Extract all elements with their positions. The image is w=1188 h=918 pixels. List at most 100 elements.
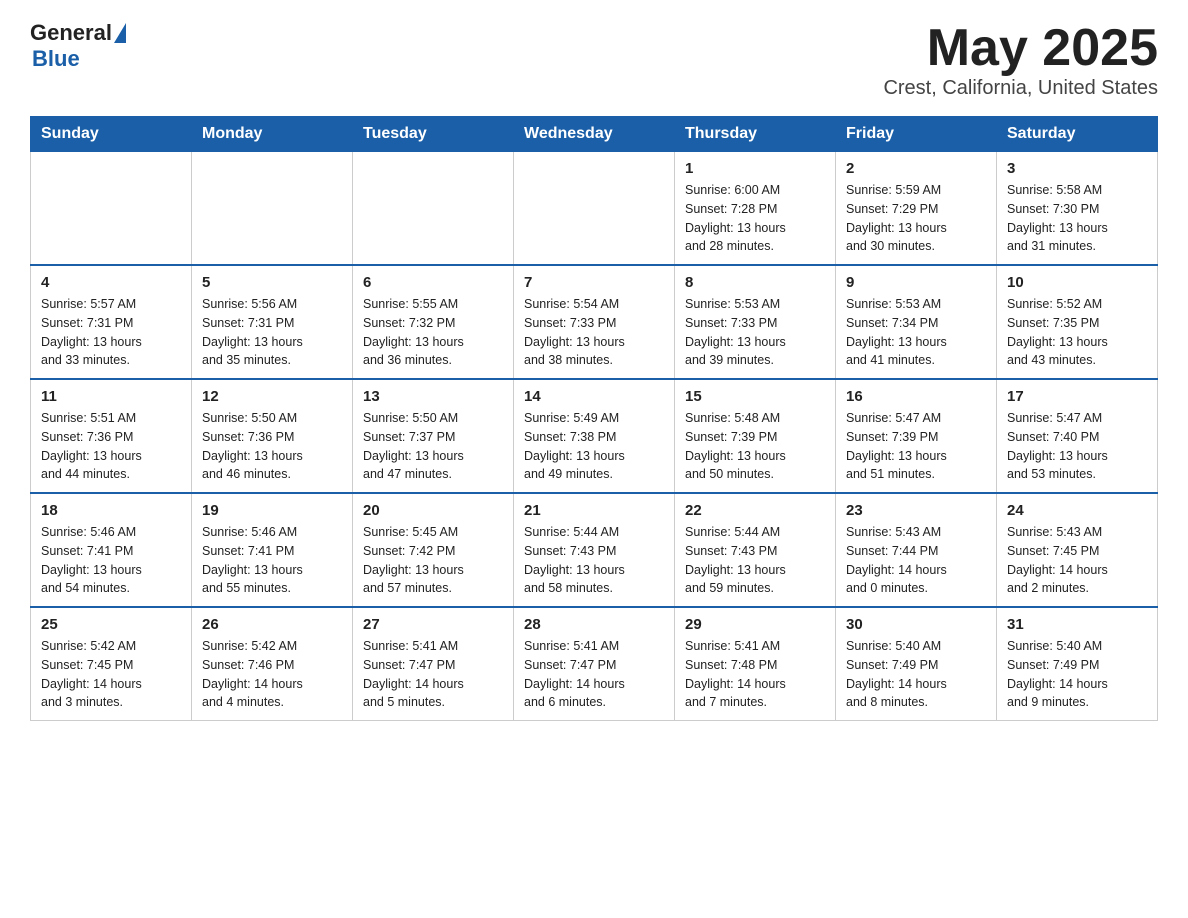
day-number: 11 xyxy=(41,388,181,405)
day-number: 22 xyxy=(685,502,825,519)
calendar-cell-2-6: 9 Sunrise: 5:53 AM Sunset: 7:34 PM Daylig… xyxy=(836,265,997,379)
day-number: 30 xyxy=(846,616,986,633)
calendar-cell-5-4: 28Sunrise: 5:41 AM Sunset: 7:47 PM Dayli… xyxy=(514,607,675,721)
calendar-cell-5-1: 25Sunrise: 5:42 AM Sunset: 7:45 PM Dayli… xyxy=(31,607,192,721)
day-info: Sunrise: 5:40 AM Sunset: 7:49 PM Dayligh… xyxy=(846,637,986,712)
calendar-week-row-3: 11Sunrise: 5:51 AM Sunset: 7:36 PM Dayli… xyxy=(31,379,1158,493)
calendar-cell-4-3: 20 Sunrise: 5:45 AM Sunset: 7:42 PM Dayli… xyxy=(353,493,514,607)
day-info: Sunrise: 5:58 AM Sunset: 7:30 PM Dayligh… xyxy=(1007,181,1147,256)
day-info: Sunrise: 5:47 AM Sunset: 7:40 PM Dayligh… xyxy=(1007,409,1147,484)
day-number: 20 xyxy=(363,502,503,519)
calendar-cell-3-6: 16 Sunrise: 5:47 AM Sunset: 7:39 PM Dayli… xyxy=(836,379,997,493)
title-block: May 2025 Crest, California, United State… xyxy=(883,20,1158,100)
day-number: 10 xyxy=(1007,274,1147,291)
calendar-week-row-5: 25Sunrise: 5:42 AM Sunset: 7:45 PM Dayli… xyxy=(31,607,1158,721)
calendar-cell-1-6: 2 Sunrise: 5:59 AM Sunset: 7:29 PM Daylig… xyxy=(836,152,997,266)
calendar-cell-1-3 xyxy=(353,152,514,266)
day-number: 26 xyxy=(202,616,342,633)
day-number: 5 xyxy=(202,274,342,291)
day-info: Sunrise: 5:57 AM Sunset: 7:31 PM Dayligh… xyxy=(41,295,181,370)
day-number: 31 xyxy=(1007,616,1147,633)
day-number: 18 xyxy=(41,502,181,519)
calendar-cell-3-5: 15 Sunrise: 5:48 AM Sunset: 7:39 PM Dayli… xyxy=(675,379,836,493)
day-number: 8 xyxy=(685,274,825,291)
calendar-cell-4-5: 22 Sunrise: 5:44 AM Sunset: 7:43 PM Dayli… xyxy=(675,493,836,607)
header-sunday: Sunday xyxy=(31,117,192,152)
logo-triangle-icon xyxy=(114,23,126,43)
day-info: Sunrise: 5:42 AM Sunset: 7:45 PM Dayligh… xyxy=(41,637,181,712)
day-info: Sunrise: 5:44 AM Sunset: 7:43 PM Dayligh… xyxy=(524,523,664,598)
logo-blue-text: Blue xyxy=(32,46,80,72)
day-number: 13 xyxy=(363,388,503,405)
day-info: Sunrise: 5:43 AM Sunset: 7:45 PM Dayligh… xyxy=(1007,523,1147,598)
calendar-cell-2-1: 4Sunrise: 5:57 AM Sunset: 7:31 PM Daylig… xyxy=(31,265,192,379)
calendar-week-row-1: 1 Sunrise: 6:00 AM Sunset: 7:28 PM Daylig… xyxy=(31,152,1158,266)
header-tuesday: Tuesday xyxy=(353,117,514,152)
calendar-cell-4-7: 24 Sunrise: 5:43 AM Sunset: 7:45 PM Dayli… xyxy=(997,493,1158,607)
day-info: Sunrise: 5:41 AM Sunset: 7:47 PM Dayligh… xyxy=(363,637,503,712)
calendar-cell-1-7: 3Sunrise: 5:58 AM Sunset: 7:30 PM Daylig… xyxy=(997,152,1158,266)
calendar-cell-3-4: 14Sunrise: 5:49 AM Sunset: 7:38 PM Dayli… xyxy=(514,379,675,493)
day-info: Sunrise: 5:46 AM Sunset: 7:41 PM Dayligh… xyxy=(202,523,342,598)
day-info: Sunrise: 5:47 AM Sunset: 7:39 PM Dayligh… xyxy=(846,409,986,484)
calendar-cell-5-3: 27 Sunrise: 5:41 AM Sunset: 7:47 PM Dayli… xyxy=(353,607,514,721)
day-info: Sunrise: 5:41 AM Sunset: 7:48 PM Dayligh… xyxy=(685,637,825,712)
day-number: 1 xyxy=(685,160,825,177)
day-number: 28 xyxy=(524,616,664,633)
calendar-cell-3-1: 11Sunrise: 5:51 AM Sunset: 7:36 PM Dayli… xyxy=(31,379,192,493)
day-info: Sunrise: 5:48 AM Sunset: 7:39 PM Dayligh… xyxy=(685,409,825,484)
day-number: 24 xyxy=(1007,502,1147,519)
logo: General Blue xyxy=(30,20,128,72)
logo-general-text: General xyxy=(30,20,112,46)
day-number: 14 xyxy=(524,388,664,405)
calendar-cell-3-7: 17Sunrise: 5:47 AM Sunset: 7:40 PM Dayli… xyxy=(997,379,1158,493)
day-info: Sunrise: 5:43 AM Sunset: 7:44 PM Dayligh… xyxy=(846,523,986,598)
calendar-cell-4-1: 18Sunrise: 5:46 AM Sunset: 7:41 PM Dayli… xyxy=(31,493,192,607)
calendar-cell-2-2: 5Sunrise: 5:56 AM Sunset: 7:31 PM Daylig… xyxy=(192,265,353,379)
calendar-cell-1-5: 1 Sunrise: 6:00 AM Sunset: 7:28 PM Daylig… xyxy=(675,152,836,266)
header-friday: Friday xyxy=(836,117,997,152)
day-number: 2 xyxy=(846,160,986,177)
day-number: 19 xyxy=(202,502,342,519)
calendar-cell-3-2: 12Sunrise: 5:50 AM Sunset: 7:36 PM Dayli… xyxy=(192,379,353,493)
calendar-cell-5-2: 26 Sunrise: 5:42 AM Sunset: 7:46 PM Dayli… xyxy=(192,607,353,721)
calendar-table: Sunday Monday Tuesday Wednesday Thursday… xyxy=(30,116,1158,721)
calendar-cell-2-5: 8Sunrise: 5:53 AM Sunset: 7:33 PM Daylig… xyxy=(675,265,836,379)
calendar-subtitle: Crest, California, United States xyxy=(883,77,1158,100)
day-info: Sunrise: 5:42 AM Sunset: 7:46 PM Dayligh… xyxy=(202,637,342,712)
day-info: Sunrise: 6:00 AM Sunset: 7:28 PM Dayligh… xyxy=(685,181,825,256)
calendar-cell-4-4: 21 Sunrise: 5:44 AM Sunset: 7:43 PM Dayli… xyxy=(514,493,675,607)
weekday-header-row: Sunday Monday Tuesday Wednesday Thursday… xyxy=(31,117,1158,152)
day-info: Sunrise: 5:45 AM Sunset: 7:42 PM Dayligh… xyxy=(363,523,503,598)
page-header: General Blue May 2025 Crest, California,… xyxy=(30,20,1158,100)
day-number: 27 xyxy=(363,616,503,633)
day-number: 6 xyxy=(363,274,503,291)
calendar-cell-2-7: 10 Sunrise: 5:52 AM Sunset: 7:35 PM Dayli… xyxy=(997,265,1158,379)
day-number: 15 xyxy=(685,388,825,405)
calendar-cell-3-3: 13Sunrise: 5:50 AM Sunset: 7:37 PM Dayli… xyxy=(353,379,514,493)
day-info: Sunrise: 5:40 AM Sunset: 7:49 PM Dayligh… xyxy=(1007,637,1147,712)
day-info: Sunrise: 5:50 AM Sunset: 7:36 PM Dayligh… xyxy=(202,409,342,484)
calendar-cell-2-3: 6 Sunrise: 5:55 AM Sunset: 7:32 PM Daylig… xyxy=(353,265,514,379)
day-number: 16 xyxy=(846,388,986,405)
calendar-cell-4-6: 23 Sunrise: 5:43 AM Sunset: 7:44 PM Dayli… xyxy=(836,493,997,607)
calendar-cell-1-4 xyxy=(514,152,675,266)
calendar-week-row-2: 4Sunrise: 5:57 AM Sunset: 7:31 PM Daylig… xyxy=(31,265,1158,379)
calendar-cell-1-2 xyxy=(192,152,353,266)
calendar-cell-4-2: 19 Sunrise: 5:46 AM Sunset: 7:41 PM Dayli… xyxy=(192,493,353,607)
day-info: Sunrise: 5:55 AM Sunset: 7:32 PM Dayligh… xyxy=(363,295,503,370)
calendar-cell-2-4: 7Sunrise: 5:54 AM Sunset: 7:33 PM Daylig… xyxy=(514,265,675,379)
calendar-week-row-4: 18 Sunrise: 5:46 AM Sunset: 7:41 PM Dayli… xyxy=(31,493,1158,607)
header-monday: Monday xyxy=(192,117,353,152)
day-number: 21 xyxy=(524,502,664,519)
calendar-cell-5-5: 29Sunrise: 5:41 AM Sunset: 7:48 PM Dayli… xyxy=(675,607,836,721)
day-info: Sunrise: 5:59 AM Sunset: 7:29 PM Dayligh… xyxy=(846,181,986,256)
header-wednesday: Wednesday xyxy=(514,117,675,152)
day-info: Sunrise: 5:44 AM Sunset: 7:43 PM Dayligh… xyxy=(685,523,825,598)
day-info: Sunrise: 5:52 AM Sunset: 7:35 PM Dayligh… xyxy=(1007,295,1147,370)
calendar-body: 1 Sunrise: 6:00 AM Sunset: 7:28 PM Daylig… xyxy=(31,152,1158,721)
day-number: 23 xyxy=(846,502,986,519)
calendar-title: May 2025 xyxy=(883,20,1158,77)
day-number: 9 xyxy=(846,274,986,291)
day-info: Sunrise: 5:53 AM Sunset: 7:34 PM Dayligh… xyxy=(846,295,986,370)
